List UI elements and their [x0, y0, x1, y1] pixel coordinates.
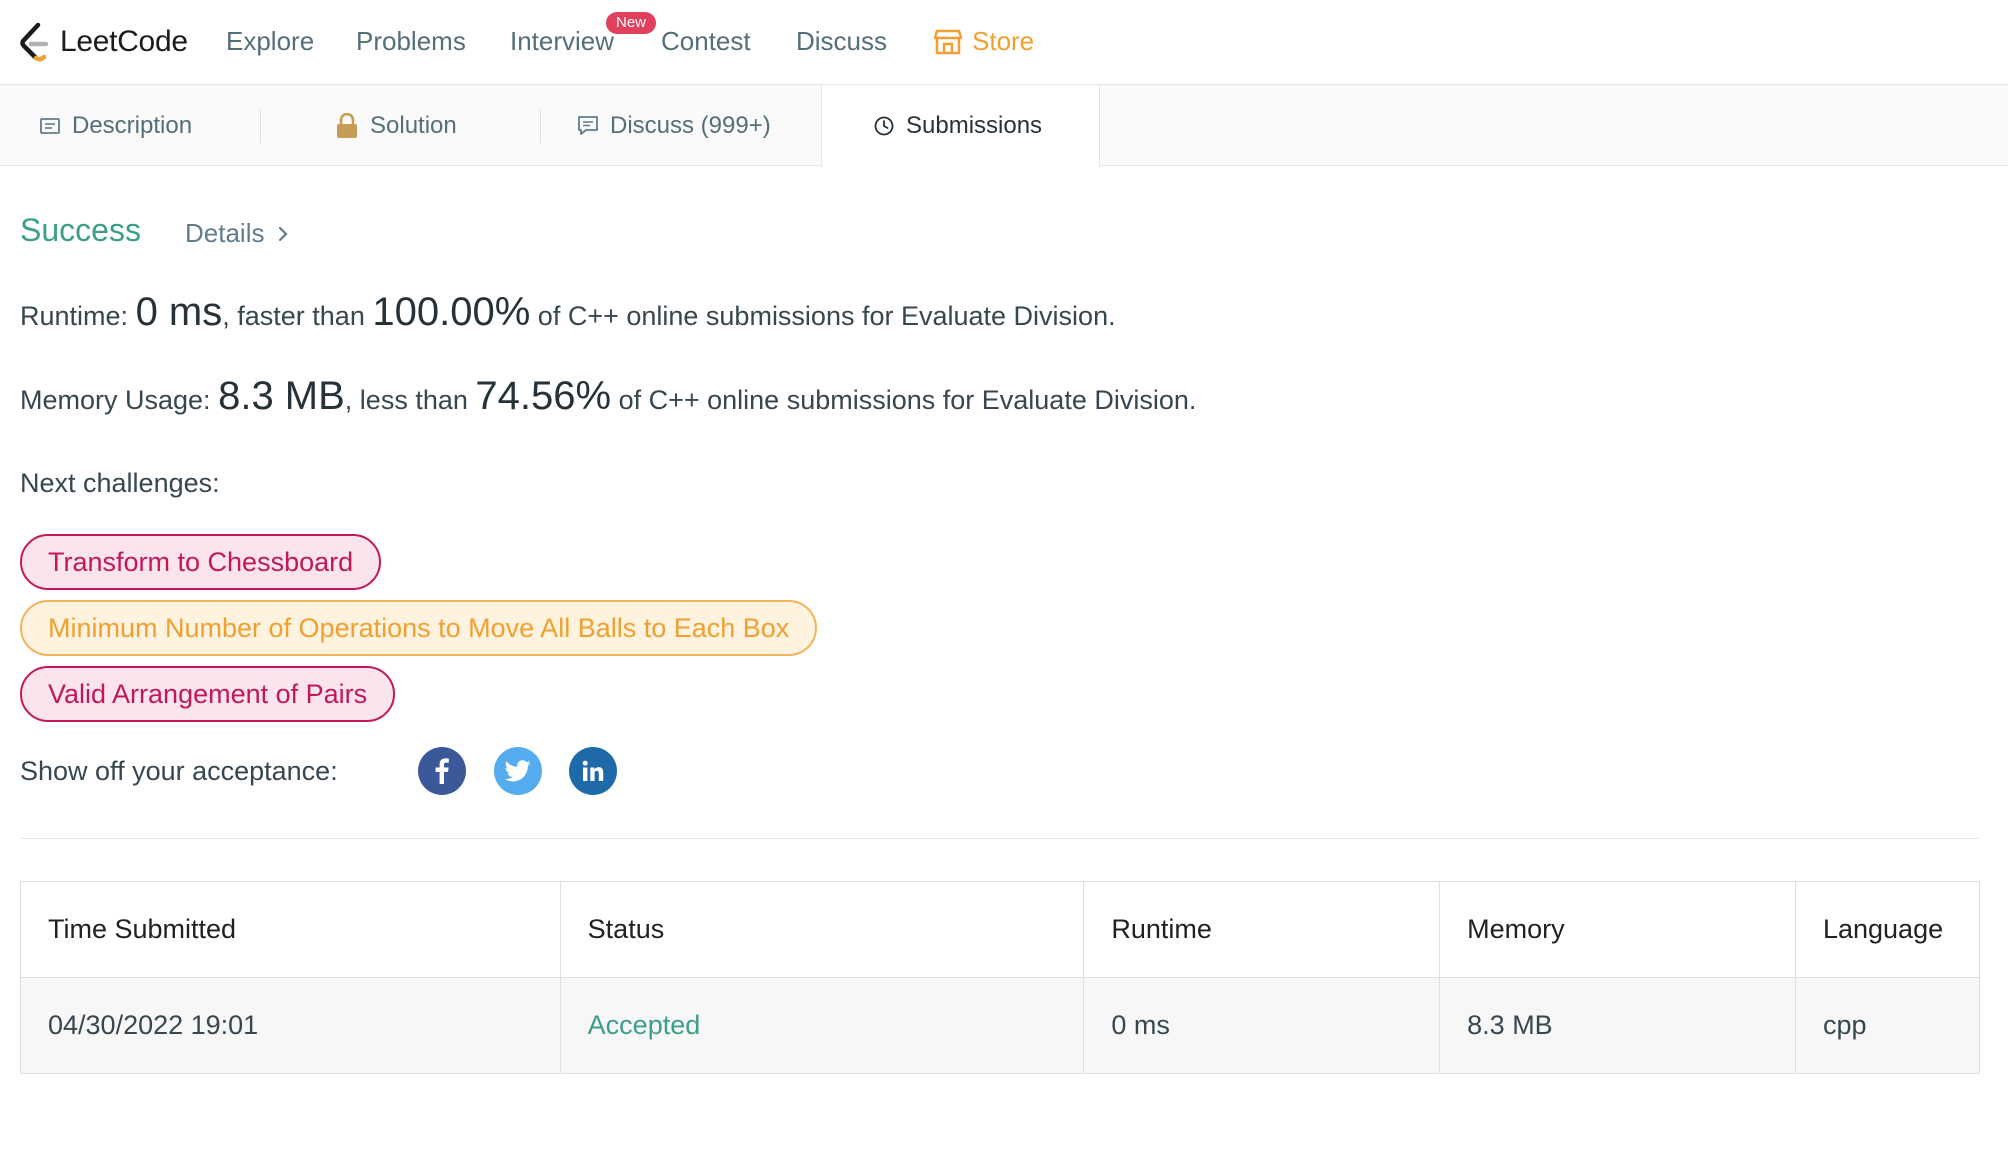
cell-language: cpp [1794, 977, 1981, 1074]
nav-interview[interactable]: Interview [510, 26, 614, 57]
leetcode-logo[interactable]: LeetCode [18, 20, 188, 64]
twitter-share-button[interactable] [494, 747, 542, 795]
nav-explore[interactable]: Explore [226, 26, 314, 57]
section-divider [20, 838, 1980, 839]
challenge-chip[interactable]: Transform to Chessboard [20, 534, 382, 590]
tab-discuss[interactable]: Discuss (999+) [578, 85, 771, 166]
nav-problems[interactable]: Problems [356, 26, 466, 57]
tab-solution-label: Solution [370, 111, 457, 139]
cell-runtime: 0 ms [1083, 977, 1441, 1074]
challenge-chip[interactable]: Valid Arrangement of Pairs [20, 666, 396, 722]
lock-icon [337, 112, 357, 138]
logo-text: LeetCode [60, 25, 188, 58]
details-link[interactable]: Details [185, 218, 289, 249]
runtime-value: 0 ms [135, 290, 223, 334]
cell-status-link[interactable]: Accepted [559, 977, 1085, 1074]
share-label: Show off your acceptance: [20, 756, 338, 786]
problem-tabbar: Description Solution Discuss (999+) Subm… [0, 85, 2008, 167]
comment-icon [578, 115, 598, 135]
nav-store[interactable]: Store [934, 26, 1034, 57]
next-challenges-label: Next challenges: [20, 468, 220, 498]
memory-label: Memory Usage: [20, 385, 211, 415]
memory-line: Memory Usage: 8.3 MB, less than 74.56% o… [20, 374, 1196, 419]
memory-mid: , less than [344, 385, 468, 415]
runtime-mid: , faster than [222, 301, 365, 331]
tab-solution[interactable]: Solution [336, 85, 457, 166]
table-row[interactable]: 04/30/2022 19:01 Accepted 0 ms 8.3 MB cp… [20, 977, 1981, 1074]
clock-icon [874, 116, 894, 136]
column-header-memory: Memory [1439, 881, 1796, 978]
memory-percentile: 74.56% [475, 374, 612, 418]
memory-value: 8.3 MB [218, 374, 345, 418]
chevron-right-icon [279, 226, 289, 241]
memory-tail: of C++ online submissions for Evaluate D… [618, 385, 1197, 415]
runtime-line: Runtime: 0 ms, faster than 100.00% of C+… [20, 290, 1116, 335]
linkedin-share-button[interactable] [569, 747, 617, 795]
submissions-table: Time Submitted Status Runtime Memory Lan… [20, 881, 1981, 1074]
result-status: Success [20, 212, 141, 248]
nav-contest[interactable]: Contest [661, 26, 751, 57]
cell-memory: 8.3 MB [1439, 977, 1796, 1074]
new-badge: New [606, 12, 657, 34]
facebook-icon [435, 758, 449, 784]
twitter-icon [505, 760, 531, 782]
tab-discuss-label: Discuss (999+) [610, 111, 771, 139]
column-header-status: Status [559, 881, 1085, 978]
linkedin-icon [582, 760, 604, 781]
store-label: Store [972, 26, 1035, 56]
table-header-row: Time Submitted Status Runtime Memory Lan… [20, 881, 1981, 978]
column-header-runtime: Runtime [1083, 881, 1441, 978]
description-icon [40, 117, 60, 134]
challenge-chip[interactable]: Minimum Number of Operations to Move All… [20, 600, 818, 656]
column-header-language: Language [1794, 881, 1981, 978]
tab-submissions-label: Submissions [906, 112, 1043, 139]
details-label: Details [185, 218, 265, 248]
store-icon [934, 29, 962, 54]
tab-description[interactable]: Description [40, 85, 192, 166]
tab-separator [260, 109, 261, 143]
runtime-tail: of C++ online submissions for Evaluate D… [537, 301, 1116, 331]
tab-description-label: Description [72, 111, 193, 139]
top-navbar: LeetCode Explore Problems Interview New … [0, 0, 2008, 85]
facebook-share-button[interactable] [418, 747, 466, 795]
nav-discuss[interactable]: Discuss [796, 26, 887, 57]
runtime-percentile: 100.00% [372, 290, 531, 334]
cell-time-submitted: 04/30/2022 19:01 [20, 977, 561, 1074]
runtime-label: Runtime: [20, 301, 129, 331]
leetcode-logo-icon [20, 22, 49, 62]
tab-submissions[interactable]: Submissions [821, 85, 1100, 167]
tab-separator [540, 109, 541, 143]
column-header-time: Time Submitted [20, 881, 561, 978]
